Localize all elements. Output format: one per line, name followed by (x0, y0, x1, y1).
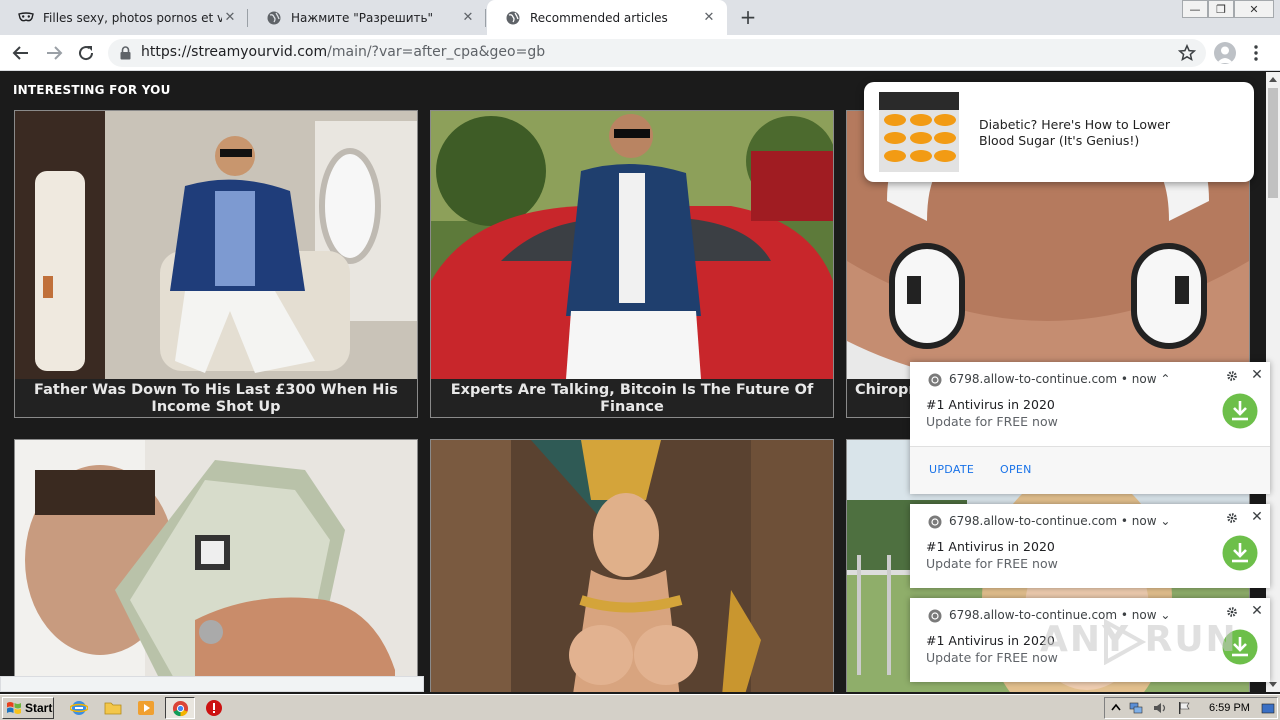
url-path: /main/?var=after_cpa&geo=gb (327, 44, 546, 60)
cash-fan-photo (15, 440, 417, 692)
chrome-icon (928, 609, 942, 623)
chevron-down-icon[interactable]: ⌄ (1160, 514, 1170, 528)
gear-icon[interactable] (1226, 512, 1238, 524)
reload-icon (79, 46, 94, 61)
speaker-icon[interactable] (1153, 701, 1167, 715)
mask-icon (18, 11, 34, 21)
notification-title: #1 Antivirus in 2020 (926, 633, 1055, 648)
article-card-5[interactable] (430, 439, 834, 692)
tray-expand-icon[interactable] (1109, 701, 1123, 715)
notification-source: 6798.allow-to-continue.com • now ⌃ (949, 372, 1171, 386)
chrome-icon (928, 515, 942, 529)
tab-close-icon[interactable]: ✕ (701, 10, 717, 26)
arrow-left-icon (12, 46, 28, 60)
internet-explorer-icon[interactable] (70, 699, 88, 717)
open-button[interactable]: OPEN (1000, 463, 1032, 476)
restore-button[interactable]: ❐ (1208, 0, 1234, 18)
article-caption[interactable]: Father Was Down To His Last £300 When Hi… (15, 379, 417, 417)
article-card-2[interactable]: Experts Are Talking, Bitcoin Is The Futu… (430, 110, 834, 418)
media-player-icon[interactable] (137, 699, 155, 717)
tab-close-icon[interactable]: ✕ (222, 10, 238, 26)
network-icon[interactable] (1129, 701, 1143, 715)
notification-body: Update for FREE now (926, 650, 1058, 665)
minimize-button[interactable]: — (1182, 0, 1208, 18)
notification-source: 6798.allow-to-continue.com • now ⌄ (949, 514, 1171, 528)
url-text[interactable]: https://streamyourvid.com/main/?var=afte… (141, 44, 545, 60)
reload-button[interactable] (73, 40, 99, 66)
bookmark-star-icon[interactable] (1178, 44, 1196, 62)
update-button[interactable]: UPDATE (929, 463, 974, 476)
push-ad-popup[interactable]: Diabetic? Here's How to Lower Blood Suga… (864, 82, 1254, 182)
browser-toolbar: https://streamyourvid.com/main/?var=afte… (0, 35, 1280, 71)
tab-recommended-articles[interactable]: Recommended articles ✕ (487, 0, 727, 35)
chrome-icon (172, 700, 189, 717)
globe-icon (267, 11, 281, 24)
ferrari-photo (431, 111, 833, 379)
tab-title: Filles sexy, photos pornos et vidéos (43, 10, 222, 25)
scroll-down-arrow-icon[interactable] (1269, 682, 1277, 687)
scroll-thumb[interactable] (1268, 88, 1278, 198)
profile-avatar[interactable] (1214, 42, 1236, 64)
url-host: https://streamyourvid.com (141, 44, 328, 60)
watermark-text: ANY RUN (1040, 619, 1238, 660)
status-bubble (0, 676, 424, 692)
forward-button[interactable] (41, 40, 67, 66)
show-desktop-icon[interactable] (1261, 701, 1275, 715)
system-tray: 6:59 PM (1104, 697, 1278, 719)
download-icon (1222, 393, 1258, 429)
chevron-up-icon[interactable]: ⌃ (1160, 372, 1170, 386)
lock-icon[interactable] (120, 46, 131, 60)
tab-title: Нажмите "Разрешить" (291, 10, 434, 25)
tab-filles[interactable]: Filles sexy, photos pornos et vidéos ✕ (0, 0, 248, 35)
address-bar[interactable]: https://streamyourvid.com/main/?var=afte… (108, 39, 1206, 67)
menu-dots-icon[interactable] (1252, 44, 1260, 62)
notification-1[interactable]: 6798.allow-to-continue.com • now ⌃ ✕ #1 … (910, 362, 1270, 494)
download-icon (1222, 535, 1258, 571)
start-label: Start (25, 701, 53, 715)
article-caption[interactable]: Experts Are Talking, Bitcoin Is The Futu… (431, 379, 833, 417)
person-icon (1217, 46, 1233, 63)
section-title: INTERESTING FOR YOU (13, 83, 171, 97)
notification-title: #1 Antivirus in 2020 (926, 397, 1055, 412)
windows-flag-icon (7, 702, 21, 714)
tab-close-icon[interactable]: ✕ (460, 10, 476, 26)
notification-title: #1 Antivirus in 2020 (926, 539, 1055, 554)
ad-headline[interactable]: Diabetic? Here's How to Lower Blood Suga… (979, 117, 1209, 149)
taskbar-chrome-button[interactable] (165, 697, 195, 719)
notification-body: Update for FREE now (926, 556, 1058, 571)
tab-razreshit[interactable]: Нажмите "Разрешить" ✕ (248, 0, 486, 35)
notification-actions: UPDATE OPEN (910, 447, 1270, 494)
close-icon[interactable]: ✕ (1250, 510, 1264, 524)
article-card-4[interactable] (14, 439, 418, 692)
chrome-icon (928, 373, 942, 387)
private-jet-photo (15, 111, 417, 379)
globe-icon (506, 11, 520, 24)
windows-taskbar: Start 6:59 PM (0, 694, 1280, 720)
back-button[interactable] (8, 40, 34, 66)
tab-strip: Filles sexy, photos pornos et vidéos ✕ Н… (0, 0, 1280, 35)
close-window-button[interactable]: ✕ (1234, 0, 1274, 18)
gear-icon[interactable] (1226, 370, 1238, 382)
folder-icon[interactable] (104, 699, 122, 717)
notification-body: Update for FREE now (926, 414, 1058, 429)
arrow-right-icon (47, 46, 63, 60)
new-tab-button[interactable]: + (736, 5, 760, 29)
taskbar-clock[interactable]: 6:59 PM (1209, 702, 1250, 714)
scroll-up-arrow-icon[interactable] (1269, 77, 1277, 82)
security-alert-icon[interactable] (205, 699, 223, 717)
egg-yolks-ad-image (879, 92, 959, 172)
article-card-1[interactable]: Father Was Down To His Last £300 When Hi… (14, 110, 418, 418)
action-center-flag-icon[interactable] (1177, 701, 1191, 715)
egyptian-queen-illustration (431, 440, 833, 692)
close-icon[interactable]: ✕ (1250, 368, 1264, 382)
start-button[interactable]: Start (2, 697, 54, 719)
tab-title: Recommended articles (530, 10, 668, 25)
anyrun-watermark: ANY RUN (1040, 617, 1260, 667)
notification-2[interactable]: 6798.allow-to-continue.com • now ⌄ ✕ #1 … (910, 504, 1270, 588)
close-icon[interactable]: ✕ (1250, 604, 1264, 618)
